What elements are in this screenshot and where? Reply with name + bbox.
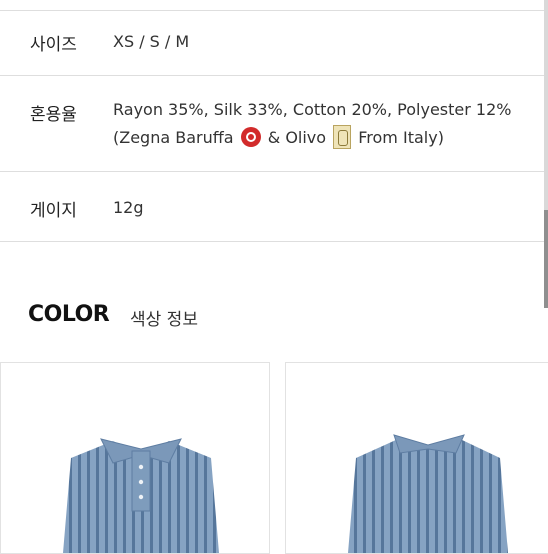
sweater-image-back <box>348 434 508 553</box>
spec-value-material: Rayon 35%, Silk 33%, Cotton 20%, Polyest… <box>113 96 543 152</box>
material-origin: (Zegna Baruffa & Olivo From Italy) <box>113 124 543 152</box>
spec-label-material: 혼용율 <box>30 105 77 125</box>
color-option-card-2[interactable] <box>285 362 548 554</box>
olivo-logo-icon <box>333 125 352 149</box>
spec-label-size: 사이즈 <box>30 35 77 55</box>
origin-text-end: From Italy) <box>358 128 444 147</box>
origin-text-mid: & Olivo <box>267 128 327 147</box>
color-section-subtitle: 색상 정보 <box>130 310 198 330</box>
spec-row-gauge: 게이지 12g <box>0 172 544 242</box>
spec-row-material: 혼용율 Rayon 35%, Silk 33%, Cotton 20%, Pol… <box>0 76 544 172</box>
origin-text-start: (Zegna Baruffa <box>113 128 234 147</box>
sweater-image-front <box>63 438 219 553</box>
color-option-card-1[interactable] <box>0 362 270 554</box>
color-section-title: COLOR <box>28 302 110 327</box>
spec-label-gauge: 게이지 <box>30 201 77 221</box>
material-composition: Rayon 35%, Silk 33%, Cotton 20%, Polyest… <box>113 100 512 119</box>
spec-row-size: 사이즈 XS / S / M <box>0 10 544 76</box>
spec-value-gauge: 12g <box>113 198 144 217</box>
zegna-baruffa-logo-icon <box>240 127 261 147</box>
scrollbar-thumb[interactable] <box>544 210 548 308</box>
spec-value-size: XS / S / M <box>113 32 190 51</box>
